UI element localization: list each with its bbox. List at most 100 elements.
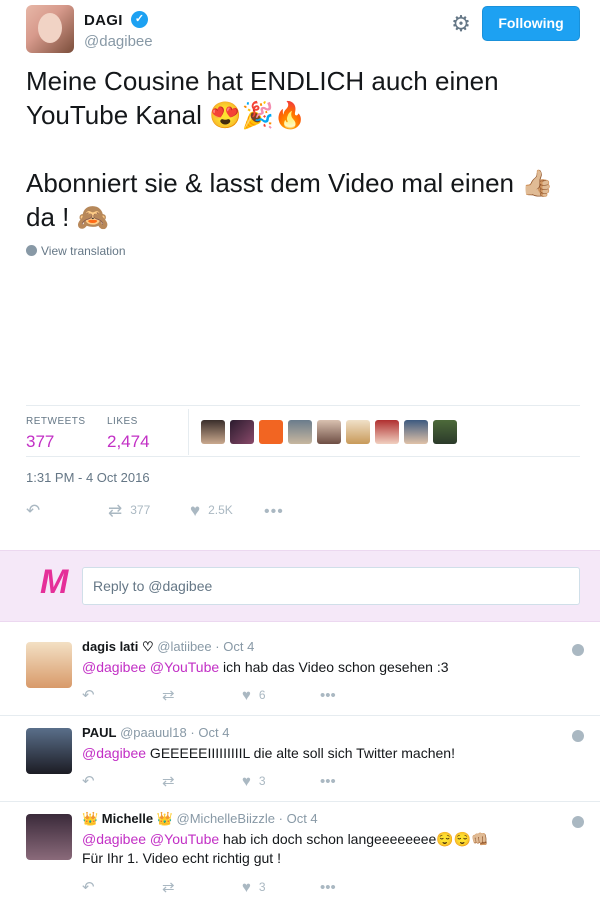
heart-icon: ♥ — [242, 879, 251, 896]
reply-icon: ↶ — [82, 773, 95, 790]
reply-header: dagis lati ♡ @latiibee · Oct 4 — [82, 639, 254, 655]
reply-time[interactable]: Oct 4 — [223, 639, 254, 654]
separator-dot: · — [190, 725, 195, 740]
liker-avatar[interactable] — [433, 420, 457, 444]
reply-author-name[interactable]: PAUL — [82, 725, 116, 740]
reply-avatar[interactable] — [26, 728, 72, 774]
reply-action[interactable]: ↶ — [26, 499, 48, 521]
reply-avatar[interactable] — [26, 814, 72, 860]
liker-avatar[interactable] — [346, 420, 370, 444]
reply-text: @dagibee GEEEEEIIIIIIIIIL die alte soll … — [82, 744, 562, 763]
reply-message: GEEEEEIIIIIIIIIL die alte soll sich Twit… — [146, 745, 455, 761]
view-translation-link[interactable]: View translation — [26, 244, 126, 258]
tweet-actions: ↶ ⇄ 377 ♥ 2.5K ••• — [26, 499, 580, 521]
more-action[interactable]: ••• — [320, 772, 344, 791]
reply-text: @dagibee @YouTube hab ich doch schon lan… — [82, 830, 562, 868]
more-action[interactable]: ••• — [320, 686, 344, 705]
reply-mentions[interactable]: @dagibee @YouTube — [82, 659, 219, 675]
tweet-header: DAGI ✓ @dagibee ⚙ Following — [0, 0, 600, 64]
globe-icon — [572, 730, 584, 742]
more-action[interactable]: ••• — [264, 499, 292, 521]
more-icon: ••• — [264, 503, 284, 520]
tweet-timestamp[interactable]: 1:31 PM - 4 Oct 2016 — [26, 470, 150, 485]
like-count: 6 — [258, 688, 266, 702]
tweet-text-line-2: Abonniert sie & lasst dem Video mal eine… — [26, 168, 554, 232]
reply-action[interactable]: ↶ — [82, 686, 103, 705]
retweets-stat[interactable]: RETWEETS 377 — [26, 416, 86, 452]
tweet-text-line-1: Meine Cousine hat ENDLICH auch einen You… — [26, 66, 499, 130]
stats-divider — [188, 409, 189, 455]
liker-avatar[interactable] — [230, 420, 254, 444]
like-action[interactable]: ♥ 3 — [242, 772, 266, 791]
reply-time[interactable]: Oct 4 — [287, 811, 318, 826]
reply-mentions[interactable]: @dagibee @YouTube — [82, 831, 219, 847]
like-count: 3 — [258, 880, 266, 894]
reply-actions: ↶ ⇄ ♥ 3 ••• — [82, 878, 382, 896]
reply-message: hab ich doch schon langeeeeeeee😌😌👊🏼 — [219, 831, 489, 847]
reply-author-handle[interactable]: @MichelleBiizzle — [177, 811, 275, 826]
reply-author-name[interactable]: dagis lati ♡ — [82, 639, 154, 654]
view-translation-label: View translation — [41, 244, 126, 258]
liker-avatar[interactable] — [288, 420, 312, 444]
reply-icon: ↶ — [26, 501, 41, 520]
author-name[interactable]: DAGI — [84, 12, 123, 29]
reply-item[interactable]: dagis lati ♡ @latiibee · Oct 4 @dagibee … — [0, 630, 600, 716]
like-action[interactable]: ♥ 2.5K — [190, 499, 233, 521]
like-count: 3 — [258, 774, 266, 788]
reply-input[interactable]: Reply to @dagibee — [82, 567, 580, 605]
heart-icon: ♥ — [190, 501, 201, 520]
retweet-action[interactable]: ⇄ — [162, 772, 183, 791]
retweet-count: 377 — [130, 503, 151, 517]
liker-avatar[interactable] — [259, 420, 283, 444]
author-avatar[interactable] — [26, 5, 74, 53]
liker-avatar[interactable] — [201, 420, 225, 444]
reply-message-line-2: Für Ihr 1. Video echt richtig gut ! — [82, 850, 281, 866]
reply-author-handle[interactable]: @paauul18 — [120, 725, 187, 740]
likes-label: LIKES — [107, 416, 138, 427]
user-logo-icon[interactable]: M — [40, 563, 68, 602]
reply-icon: ↶ — [82, 687, 95, 704]
retweet-action[interactable]: ⇄ — [162, 686, 183, 705]
liker-avatar[interactable] — [317, 420, 341, 444]
liker-avatar[interactable] — [375, 420, 399, 444]
reply-actions: ↶ ⇄ ♥ 3 ••• — [82, 772, 382, 790]
retweets-label: RETWEETS — [26, 416, 86, 427]
like-action[interactable]: ♥ 6 — [242, 686, 266, 705]
likes-stat[interactable]: LIKES 2,474 — [107, 416, 150, 452]
reply-header: PAUL @paauul18 · Oct 4 — [82, 725, 229, 740]
likes-value: 2,474 — [107, 432, 150, 451]
heart-icon: ♥ — [242, 687, 251, 704]
reply-composer: M Reply to @dagibee — [0, 550, 600, 622]
reply-time[interactable]: Oct 4 — [198, 725, 229, 740]
retweet-action[interactable]: ⇄ — [162, 878, 183, 897]
author-handle[interactable]: @dagibee — [84, 33, 153, 50]
reply-mentions[interactable]: @dagibee — [82, 745, 146, 761]
reply-message: ich hab das Video schon gesehen :3 — [219, 659, 449, 675]
more-icon: ••• — [320, 879, 336, 896]
like-action[interactable]: ♥ 3 — [242, 878, 266, 897]
tweet-stats: RETWEETS 377 LIKES 2,474 — [26, 405, 580, 457]
retweet-icon: ⇄ — [108, 501, 123, 520]
reply-action[interactable]: ↶ — [82, 878, 103, 897]
more-action[interactable]: ••• — [320, 878, 344, 897]
globe-icon — [26, 245, 37, 256]
reply-avatar[interactable] — [26, 642, 72, 688]
globe-icon — [572, 644, 584, 656]
reply-header: 👑 Michelle 👑 @MichelleBiizzle · Oct 4 — [82, 811, 318, 827]
reply-author-name[interactable]: 👑 Michelle 👑 — [82, 811, 173, 826]
reply-action[interactable]: ↶ — [82, 772, 103, 791]
separator-dot: · — [215, 639, 220, 654]
liker-avatar[interactable] — [404, 420, 428, 444]
following-button[interactable]: Following — [482, 6, 580, 41]
like-count: 2.5K — [208, 503, 233, 517]
reply-author-handle[interactable]: @latiibee — [157, 639, 211, 654]
more-icon: ••• — [320, 773, 336, 790]
globe-icon — [572, 816, 584, 828]
retweets-value: 377 — [26, 432, 55, 451]
more-icon: ••• — [320, 687, 336, 704]
retweet-action[interactable]: ⇄ 377 — [108, 499, 150, 521]
gear-icon[interactable]: ⚙ — [449, 12, 473, 36]
reply-item[interactable]: PAUL @paauul18 · Oct 4 @dagibee GEEEEEII… — [0, 716, 600, 802]
reply-item[interactable]: 👑 Michelle 👑 @MichelleBiizzle · Oct 4 @d… — [0, 802, 600, 900]
retweet-icon: ⇄ — [162, 687, 175, 704]
